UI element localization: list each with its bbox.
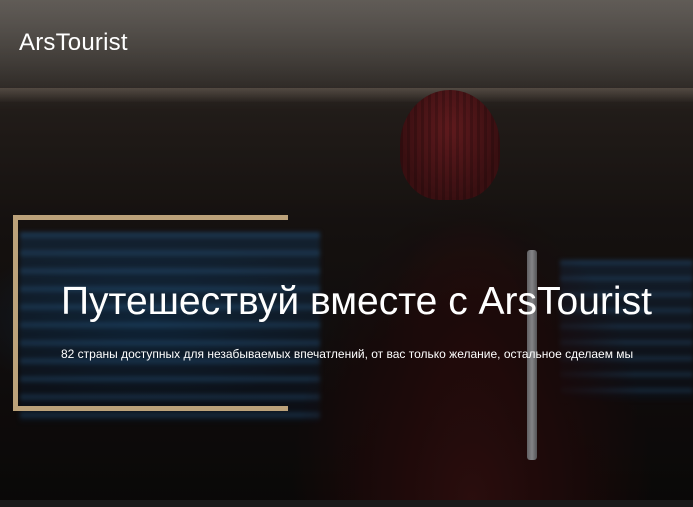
hero-bottom-edge [0, 500, 693, 507]
hero-headline: Путешествуй вместе с ArsTourist [61, 280, 652, 323]
brand-logo-link[interactable]: ArsTourist [19, 28, 128, 58]
hero-section: ArsTourist Путешествуй вместе с ArsTouri… [0, 0, 693, 507]
hero-subline: 82 страны доступных для незабываемых впе… [61, 347, 634, 361]
